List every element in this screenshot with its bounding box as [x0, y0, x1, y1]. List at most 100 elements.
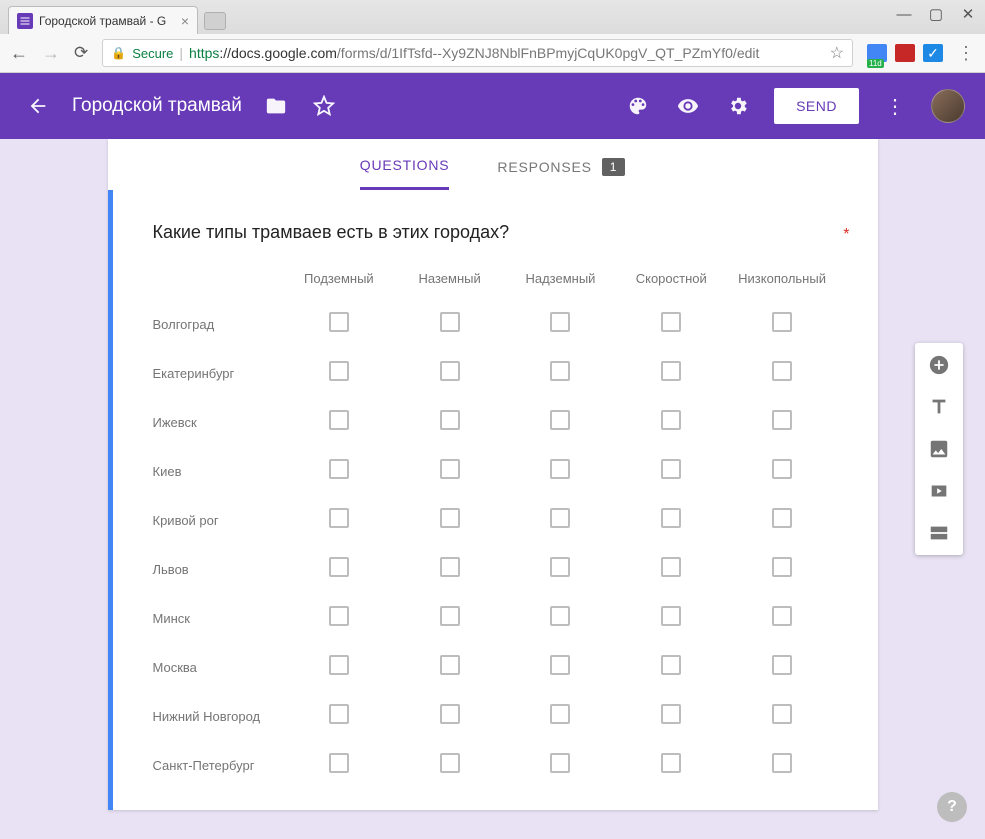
- forward-button[interactable]: →: [42, 43, 60, 64]
- help-button[interactable]: ?: [937, 792, 967, 822]
- checkbox[interactable]: [440, 557, 460, 577]
- add-question-icon[interactable]: [927, 353, 951, 377]
- browser-tab[interactable]: Городской трамвай - G ×: [8, 6, 198, 34]
- grid-cell: [727, 349, 838, 398]
- checkbox[interactable]: [661, 704, 681, 724]
- checkbox[interactable]: [440, 753, 460, 773]
- grid-cell: [616, 545, 727, 594]
- checkbox[interactable]: [550, 312, 570, 332]
- grid-cell: [616, 300, 727, 349]
- send-button[interactable]: SEND: [774, 88, 859, 124]
- question-card[interactable]: Какие типы трамваев есть в этих городах?…: [108, 190, 878, 810]
- bookmark-star-icon[interactable]: ☆: [830, 43, 844, 63]
- checkbox[interactable]: [772, 410, 792, 430]
- reload-button[interactable]: ⟳: [74, 43, 88, 63]
- grid-row: Санкт-Петербург: [153, 741, 838, 790]
- checkbox[interactable]: [550, 606, 570, 626]
- tab-close-icon[interactable]: ×: [181, 14, 189, 28]
- preview-icon[interactable]: [674, 92, 702, 120]
- tab-strip: Городской трамвай - G × — ▢ ✕: [0, 0, 985, 34]
- grid-cell: [283, 496, 394, 545]
- checkbox[interactable]: [550, 410, 570, 430]
- avatar[interactable]: [931, 89, 965, 123]
- checkbox[interactable]: [329, 508, 349, 528]
- checkbox[interactable]: [772, 655, 792, 675]
- checkbox[interactable]: [550, 508, 570, 528]
- checkbox[interactable]: [661, 655, 681, 675]
- checkbox[interactable]: [329, 655, 349, 675]
- checkbox[interactable]: [661, 410, 681, 430]
- checkbox[interactable]: [661, 312, 681, 332]
- checkbox[interactable]: [550, 655, 570, 675]
- checkbox[interactable]: [772, 312, 792, 332]
- checkbox[interactable]: [329, 361, 349, 381]
- checkbox[interactable]: [329, 753, 349, 773]
- checkbox[interactable]: [440, 361, 460, 381]
- checkbox[interactable]: [772, 704, 792, 724]
- minimize-icon[interactable]: —: [893, 4, 915, 24]
- add-image-icon[interactable]: [927, 437, 951, 461]
- checkbox[interactable]: [661, 606, 681, 626]
- column-header: Надземный: [505, 271, 616, 300]
- question-title[interactable]: Какие типы трамваев есть в этих городах?: [153, 222, 838, 243]
- checkbox[interactable]: [772, 459, 792, 479]
- folder-icon[interactable]: [262, 92, 290, 120]
- checkbox[interactable]: [772, 557, 792, 577]
- checkbox[interactable]: [550, 459, 570, 479]
- checkbox[interactable]: [772, 753, 792, 773]
- checkbox[interactable]: [329, 312, 349, 332]
- checkbox[interactable]: [440, 606, 460, 626]
- checkbox[interactable]: [440, 410, 460, 430]
- checkbox[interactable]: [440, 312, 460, 332]
- grid-cell: [394, 496, 505, 545]
- checkbox[interactable]: [661, 557, 681, 577]
- checkbox[interactable]: [329, 606, 349, 626]
- star-icon[interactable]: [310, 92, 338, 120]
- back-button[interactable]: ←: [10, 43, 28, 64]
- close-window-icon[interactable]: ✕: [957, 4, 979, 24]
- extension-icon[interactable]: [895, 44, 915, 62]
- grid-cell: [394, 692, 505, 741]
- add-title-icon[interactable]: [927, 395, 951, 419]
- grid-cell: [505, 692, 616, 741]
- checkbox[interactable]: [661, 508, 681, 528]
- checkbox[interactable]: [550, 557, 570, 577]
- settings-icon[interactable]: [724, 92, 752, 120]
- checkbox[interactable]: [329, 557, 349, 577]
- tab-responses[interactable]: RESPONSES 1: [497, 157, 625, 190]
- checkbox[interactable]: [550, 361, 570, 381]
- checkbox[interactable]: [440, 655, 460, 675]
- more-menu-icon[interactable]: ⋮: [881, 92, 909, 120]
- add-section-icon[interactable]: [927, 521, 951, 545]
- extension-icon[interactable]: [867, 44, 887, 62]
- address-bar: ← → ⟳ 🔒 Secure | https://docs.google.com…: [0, 34, 985, 72]
- checkbox[interactable]: [772, 508, 792, 528]
- checkbox[interactable]: [329, 459, 349, 479]
- chrome-menu-icon[interactable]: ⋮: [957, 43, 975, 64]
- extension-icon[interactable]: ✓: [923, 44, 943, 62]
- add-video-icon[interactable]: [927, 479, 951, 503]
- checkbox[interactable]: [329, 704, 349, 724]
- checkbox[interactable]: [329, 410, 349, 430]
- grid-cell: [394, 398, 505, 447]
- new-tab-button[interactable]: [204, 12, 226, 30]
- form-title[interactable]: Городской трамвай: [72, 95, 242, 117]
- checkbox[interactable]: [772, 361, 792, 381]
- checkbox[interactable]: [661, 361, 681, 381]
- omnibox[interactable]: 🔒 Secure | https://docs.google.com/forms…: [102, 39, 853, 67]
- checkbox[interactable]: [550, 704, 570, 724]
- tab-questions[interactable]: QUESTIONS: [360, 157, 450, 190]
- checkbox[interactable]: [772, 606, 792, 626]
- back-arrow-icon[interactable]: [24, 92, 52, 120]
- checkbox[interactable]: [550, 753, 570, 773]
- form-card: QUESTIONS RESPONSES 1 Какие типы трамвае…: [108, 139, 878, 810]
- checkbox[interactable]: [661, 459, 681, 479]
- grid-row: Ижевск: [153, 398, 838, 447]
- maximize-icon[interactable]: ▢: [925, 4, 947, 24]
- checkbox[interactable]: [661, 753, 681, 773]
- checkbox[interactable]: [440, 459, 460, 479]
- checkbox[interactable]: [440, 704, 460, 724]
- checkbox[interactable]: [440, 508, 460, 528]
- forms-favicon: [17, 13, 33, 29]
- palette-icon[interactable]: [624, 92, 652, 120]
